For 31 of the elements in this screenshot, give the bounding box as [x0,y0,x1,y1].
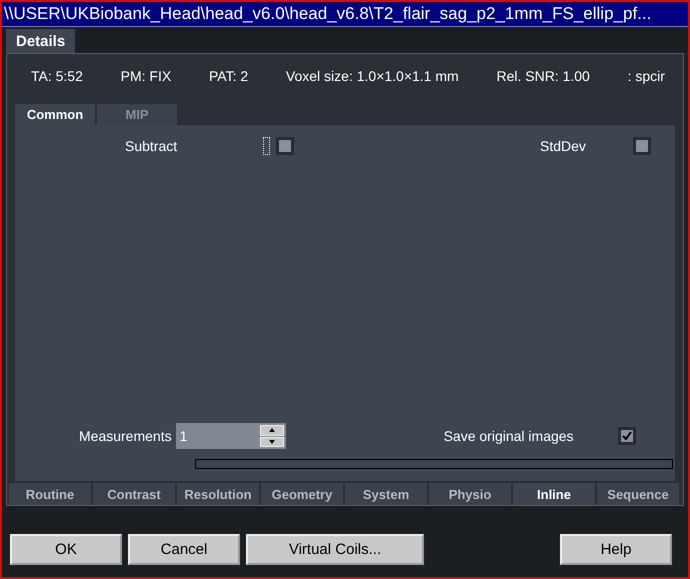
checkbox[interactable] [618,427,636,445]
tab[interactable]: System [345,483,427,505]
dialog-button[interactable]: Cancel [128,534,240,565]
check-icon [622,431,632,441]
option-label: Subtract [125,138,178,154]
field-label: Measurements [79,428,172,444]
info-text: PAT: 2 [208,68,248,86]
window-title: \\USER\UKBiobank_Head\head_v6.0\head_v6.8\T2_flair_sag_p2_1mm_FS_ellip_pf... [2,2,688,27]
tab[interactable]: Inline [513,483,595,505]
tab[interactable]: Physio [429,483,511,505]
checkbox[interactable] [633,136,651,155]
tab[interactable]: Contrast [93,483,175,505]
option-label: Save original images [444,428,575,444]
tab[interactable]: Resolution [177,483,259,505]
tab[interactable]: Routine [9,483,91,505]
dialog-button[interactable]: Virtual Coils... [246,534,424,565]
option-label: StdDev [540,138,587,154]
info-text: Rel. SNR: 1.00 [496,68,590,86]
spin-field[interactable]: 1 [176,423,258,449]
tab[interactable]: Sequence [597,483,679,505]
dialog-button[interactable]: OK [10,534,122,565]
tab[interactable]: Common [15,104,95,125]
info-text: Voxel size: 1.0×1.0×1.1 mm [286,68,459,86]
info-text: : spcir [628,68,665,86]
tab[interactable]: Geometry [261,483,343,505]
tab[interactable]: MIP [97,104,177,125]
info-text: PM: FIX [120,68,172,86]
checkbox[interactable] [276,136,294,155]
dialog-button[interactable]: Help [560,534,672,565]
info-text: TA: 5:52 [31,68,83,86]
tab[interactable]: Details [6,29,76,53]
